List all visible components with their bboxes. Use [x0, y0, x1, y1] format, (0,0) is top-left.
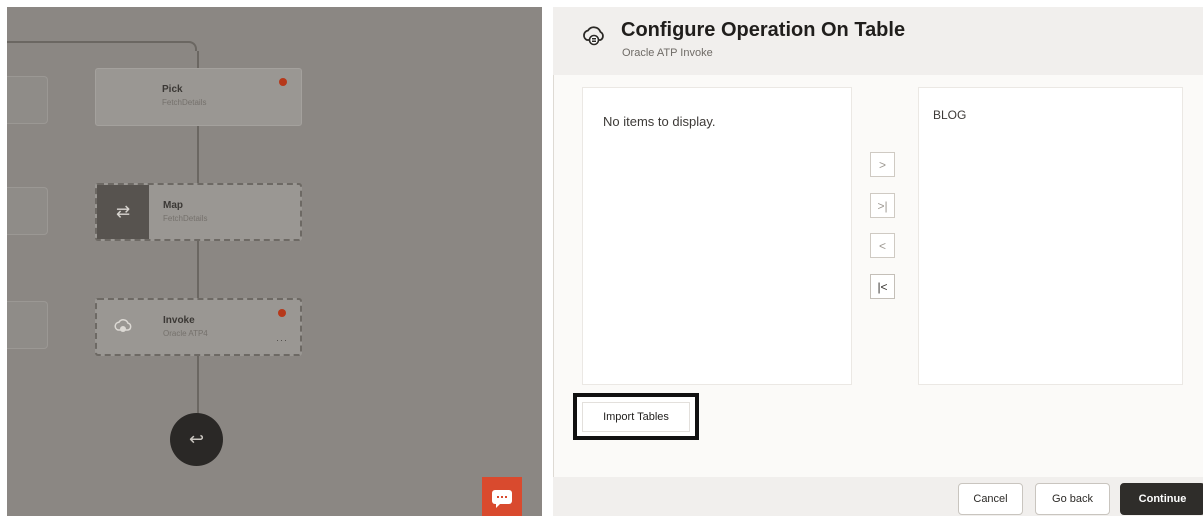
connector-curve	[187, 41, 197, 51]
node-subtitle: Oracle ATP4	[163, 329, 208, 338]
selected-tables-list[interactable]: BLOG	[918, 87, 1183, 385]
chat-button[interactable]	[482, 477, 522, 516]
error-icon[interactable]	[279, 78, 287, 86]
more-actions-icon[interactable]: ···	[276, 335, 288, 345]
atp-cloud-icon	[97, 300, 149, 354]
continue-button[interactable]: Continue	[1120, 483, 1203, 515]
map-arrows-icon: ⇄	[97, 185, 149, 239]
map-node[interactable]: ⇄ Map FetchDetails	[95, 183, 302, 241]
connector-top	[7, 41, 187, 43]
import-tables-highlight: Import Tables	[573, 393, 699, 440]
invoke-node[interactable]: Invoke Oracle ATP4 ···	[95, 298, 302, 356]
import-tables-button[interactable]: Import Tables	[582, 402, 690, 432]
list-item[interactable]: BLOG	[933, 108, 966, 122]
cancel-button[interactable]: Cancel	[958, 483, 1023, 515]
atp-cloud-icon	[583, 26, 604, 46]
available-tables-list[interactable]: No items to display.	[582, 87, 852, 385]
move-all-left-button[interactable]: |<	[870, 274, 895, 299]
node-title: Pick	[162, 84, 183, 95]
integration-canvas: Pick FetchDetails ⇄ Map FetchDetails Inv…	[7, 7, 542, 516]
error-icon[interactable]	[278, 309, 286, 317]
node-title: Map	[163, 200, 183, 211]
end-node[interactable]: ↩	[170, 413, 223, 466]
partial-node-2[interactable]	[7, 187, 48, 235]
drawer-title: Configure Operation On Table	[621, 19, 906, 41]
node-subtitle: FetchDetails	[162, 98, 207, 107]
move-left-button[interactable]: <	[870, 233, 895, 258]
partial-node-3[interactable]	[7, 301, 48, 349]
return-arrow-icon: ↩	[188, 429, 205, 449]
drawer-footer: Cancel Go back Continue	[553, 477, 1203, 516]
empty-list-message: No items to display.	[603, 114, 716, 129]
drawer-subtitle: Oracle ATP Invoke	[622, 47, 713, 59]
partial-node-1[interactable]	[7, 76, 48, 124]
configure-operation-drawer: Configure Operation On Table Oracle ATP …	[553, 7, 1203, 517]
drawer-header: Configure Operation On Table Oracle ATP …	[553, 7, 1203, 75]
pick-node[interactable]: Pick FetchDetails	[95, 68, 302, 126]
node-title: Invoke	[163, 315, 195, 326]
move-right-button[interactable]: >	[870, 152, 895, 177]
move-all-right-button[interactable]: >|	[870, 193, 895, 218]
node-subtitle: FetchDetails	[163, 214, 208, 223]
chat-bubble-icon	[492, 489, 512, 508]
go-back-button[interactable]: Go back	[1035, 483, 1110, 515]
